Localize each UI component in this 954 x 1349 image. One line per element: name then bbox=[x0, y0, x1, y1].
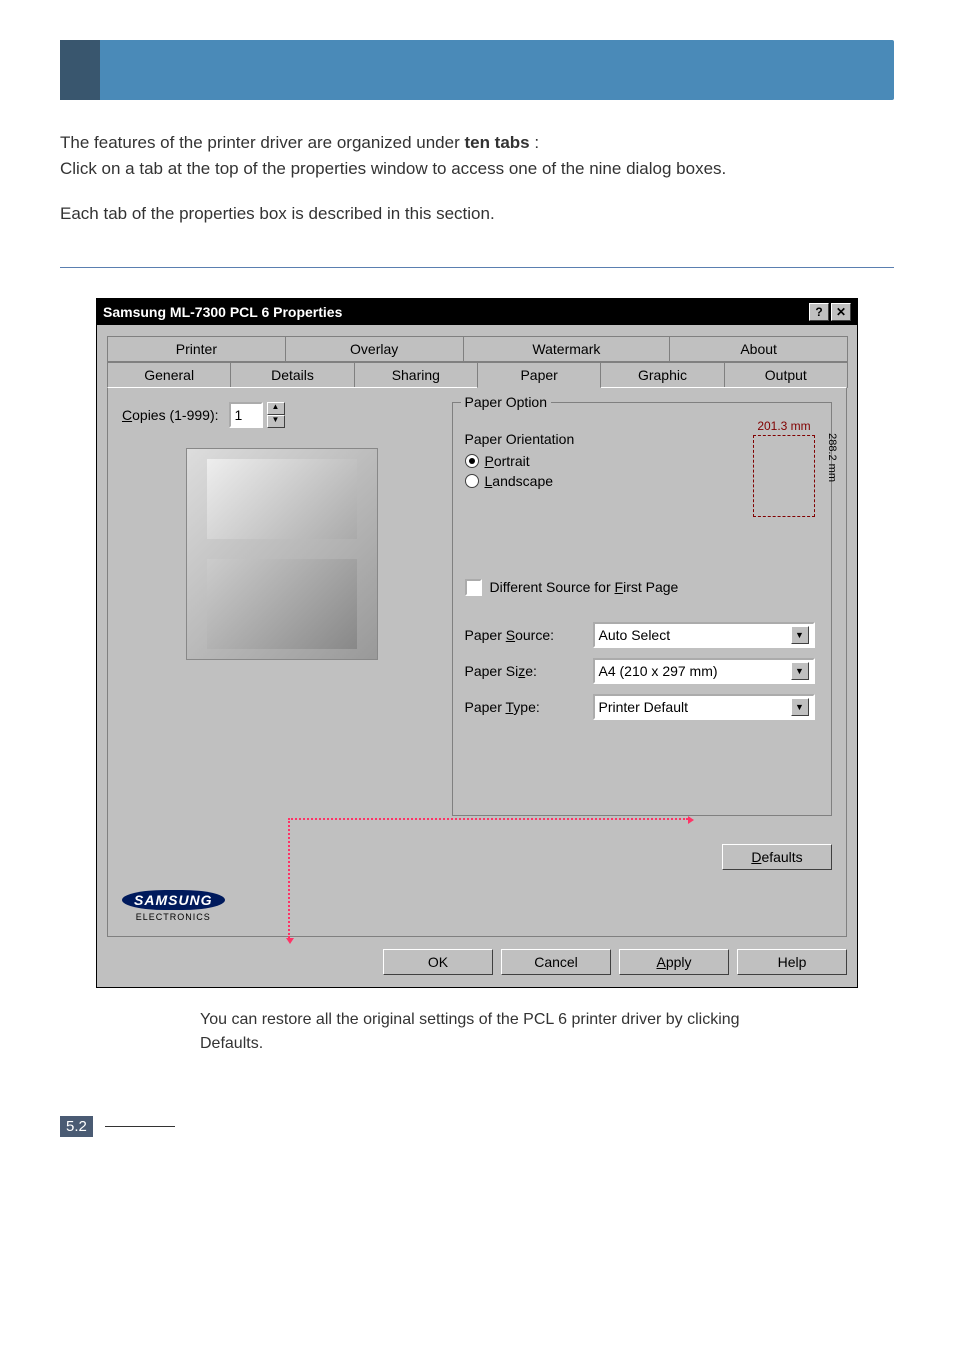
intro-prefix: The features of the printer driver are o… bbox=[60, 133, 464, 152]
callout-arrow-note bbox=[288, 818, 290, 938]
copies-spin-up[interactable]: ▲ bbox=[267, 402, 285, 415]
tab-printer[interactable]: Printer bbox=[107, 336, 286, 362]
chevron-down-icon[interactable]: ▼ bbox=[791, 698, 809, 716]
tab-sharing[interactable]: Sharing bbox=[354, 362, 478, 388]
chevron-down-icon[interactable]: ▼ bbox=[791, 626, 809, 644]
page-dimension-preview: 201.3 mm 288.2 mm bbox=[753, 419, 815, 517]
intro-bold: ten tabs bbox=[464, 133, 529, 152]
tab-about[interactable]: About bbox=[669, 336, 848, 362]
tab-paper[interactable]: Paper bbox=[477, 362, 601, 388]
copies-spin-down[interactable]: ▼ bbox=[267, 415, 285, 428]
paper-type-row: Paper Type: Printer Default ▼ bbox=[465, 694, 820, 720]
tab-watermark[interactable]: Watermark bbox=[463, 336, 671, 362]
paper-size-value: A4 (210 x 297 mm) bbox=[599, 663, 718, 679]
page-height-label: 288.2 mm bbox=[826, 433, 838, 482]
paper-size-dropdown[interactable]: A4 (210 x 297 mm) ▼ bbox=[593, 658, 815, 684]
tab-details[interactable]: Details bbox=[230, 362, 354, 388]
cancel-button[interactable]: Cancel bbox=[501, 949, 611, 975]
apply-button[interactable]: Apply bbox=[619, 949, 729, 975]
footnote-text: You can restore all the original setting… bbox=[200, 1008, 760, 1056]
tab-row-1: Printer Overlay Watermark About bbox=[107, 335, 847, 361]
tab-general[interactable]: General bbox=[107, 362, 231, 388]
paper-option-legend: Paper Option bbox=[461, 394, 552, 410]
help-button[interactable]: Help bbox=[737, 949, 847, 975]
paper-size-row: Paper Size: A4 (210 x 297 mm) ▼ bbox=[465, 658, 820, 684]
paper-source-label: Paper Source: bbox=[465, 627, 585, 643]
titlebar-help-button[interactable]: ? bbox=[809, 303, 829, 321]
page-rect-icon: 288.2 mm bbox=[753, 435, 815, 517]
intro-text-1: The features of the printer driver are o… bbox=[60, 130, 894, 181]
tab-output[interactable]: Output bbox=[724, 362, 848, 388]
dialog-title: Samsung ML-7300 PCL 6 Properties bbox=[103, 304, 342, 320]
tab-overlay[interactable]: Overlay bbox=[285, 336, 464, 362]
properties-dialog: Samsung ML-7300 PCL 6 Properties ? ✕ Pri… bbox=[96, 298, 858, 988]
page-banner bbox=[60, 40, 894, 100]
radio-landscape-label: Landscape bbox=[485, 473, 554, 489]
page-width-label: 201.3 mm bbox=[753, 419, 815, 433]
samsung-logo: SAMSUNG ELECTRONICS bbox=[122, 890, 225, 922]
paper-option-group: Paper Option Paper Orientation Portrait … bbox=[452, 402, 833, 816]
copies-label: Copies (1-999): bbox=[122, 407, 219, 423]
tab-graphic[interactable]: Graphic bbox=[600, 362, 724, 388]
checkbox-different-source-label: Different Source for First Page bbox=[490, 579, 679, 595]
tab-panel-paper: Copies (1-999): 1 ▲ ▼ bbox=[107, 387, 847, 937]
page-number-box: 5.2 bbox=[60, 1116, 93, 1137]
tab-row-2: General Details Sharing Paper Graphic Ou… bbox=[107, 361, 847, 387]
intro-text-2: Each tab of the properties box is descri… bbox=[60, 201, 894, 227]
intro-suffix: : bbox=[530, 133, 539, 152]
radio-landscape-dot[interactable] bbox=[465, 474, 479, 488]
checkbox-different-source[interactable] bbox=[465, 579, 482, 596]
paper-source-row: Paper Source: Auto Select ▼ bbox=[465, 622, 820, 648]
paper-source-dropdown[interactable]: Auto Select ▼ bbox=[593, 622, 815, 648]
section-separator bbox=[60, 267, 894, 268]
copies-spinner[interactable]: 1 ▲ ▼ bbox=[229, 402, 285, 428]
copies-label-rest: opies (1-999): bbox=[132, 407, 218, 423]
samsung-logo-text: SAMSUNG bbox=[122, 890, 225, 910]
defaults-button[interactable]: Defaults bbox=[722, 844, 832, 870]
dialog-footer: OK Cancel Apply Help bbox=[107, 949, 847, 975]
titlebar: Samsung ML-7300 PCL 6 Properties ? ✕ bbox=[97, 299, 857, 325]
tab-strip: Printer Overlay Watermark About General … bbox=[107, 335, 847, 937]
radio-portrait-label: Portrait bbox=[485, 453, 530, 469]
copies-label-accel: C bbox=[122, 407, 132, 423]
intro-line2: Click on a tab at the top of the propert… bbox=[60, 159, 726, 178]
callout-arrow-defaults bbox=[288, 818, 688, 820]
printer-preview-image bbox=[186, 448, 378, 660]
radio-portrait-dot[interactable] bbox=[465, 454, 479, 468]
samsung-logo-subtext: ELECTRONICS bbox=[136, 912, 211, 922]
page-number: 5.2 bbox=[60, 1116, 894, 1137]
copies-input[interactable]: 1 bbox=[229, 402, 263, 428]
chevron-down-icon[interactable]: ▼ bbox=[791, 662, 809, 680]
titlebar-close-button[interactable]: ✕ bbox=[831, 303, 851, 321]
paper-type-label: Paper Type: bbox=[465, 699, 585, 715]
paper-size-label: Paper Size: bbox=[465, 663, 585, 679]
paper-source-value: Auto Select bbox=[599, 627, 671, 643]
paper-type-value: Printer Default bbox=[599, 699, 688, 715]
ok-button[interactable]: OK bbox=[383, 949, 493, 975]
page-number-rule bbox=[105, 1126, 175, 1127]
paper-type-dropdown[interactable]: Printer Default ▼ bbox=[593, 694, 815, 720]
